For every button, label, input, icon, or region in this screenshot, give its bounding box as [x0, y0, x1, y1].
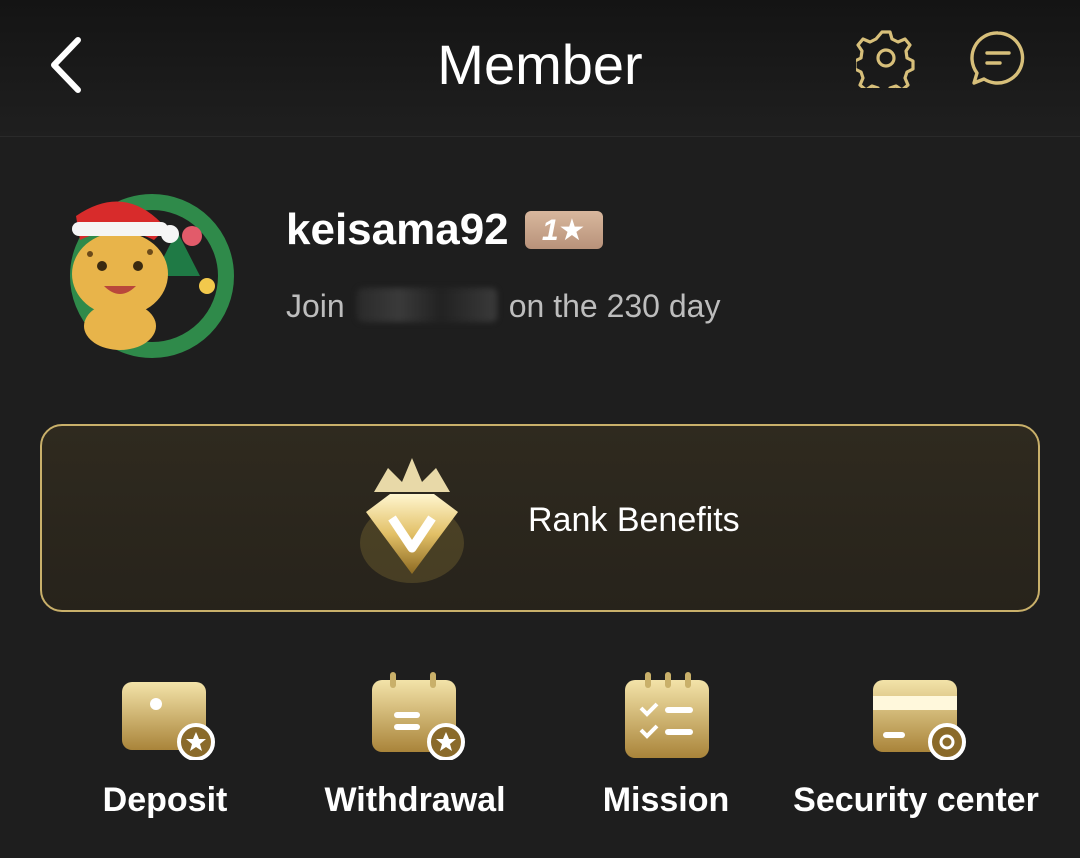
security-center-label: Security center [793, 781, 1039, 819]
withdrawal-label: Withdrawal [324, 781, 506, 819]
deposit-label: Deposit [102, 781, 228, 819]
mission-label: Mission [602, 781, 730, 819]
redacted-site-name [356, 288, 497, 322]
avatar[interactable] [42, 176, 238, 362]
join-info: Join on the 230 day [286, 284, 720, 328]
calendar-icon [372, 672, 465, 760]
wallet-icon [122, 682, 215, 760]
rank-benefits-card[interactable]: Rank Benefits [40, 424, 1040, 612]
gear-icon[interactable] [856, 28, 916, 88]
username: keisama92 [286, 205, 509, 254]
checklist-icon [625, 672, 709, 758]
crown-diamond-icon [360, 458, 464, 583]
chat-bubble-icon[interactable] [968, 28, 1028, 88]
security-center-button[interactable]: Security center [791, 650, 1041, 850]
deposit-button[interactable]: Deposit [40, 650, 290, 850]
top-bar: Member [0, 0, 1080, 137]
withdrawal-button[interactable]: Withdrawal [290, 650, 540, 850]
mission-button[interactable]: Mission [541, 650, 791, 850]
join-suffix: on the 230 day [508, 288, 721, 324]
page-title: Member [437, 33, 643, 96]
card-shield-icon [873, 680, 966, 760]
join-prefix: Join [286, 288, 345, 324]
rank-benefits-label: Rank Benefits [528, 501, 740, 539]
username-row: keisama92 1★ [286, 200, 603, 260]
rank-badge: 1★ [524, 211, 603, 249]
quick-actions: Deposit Withdrawal Mission Security cent… [0, 650, 1080, 858]
